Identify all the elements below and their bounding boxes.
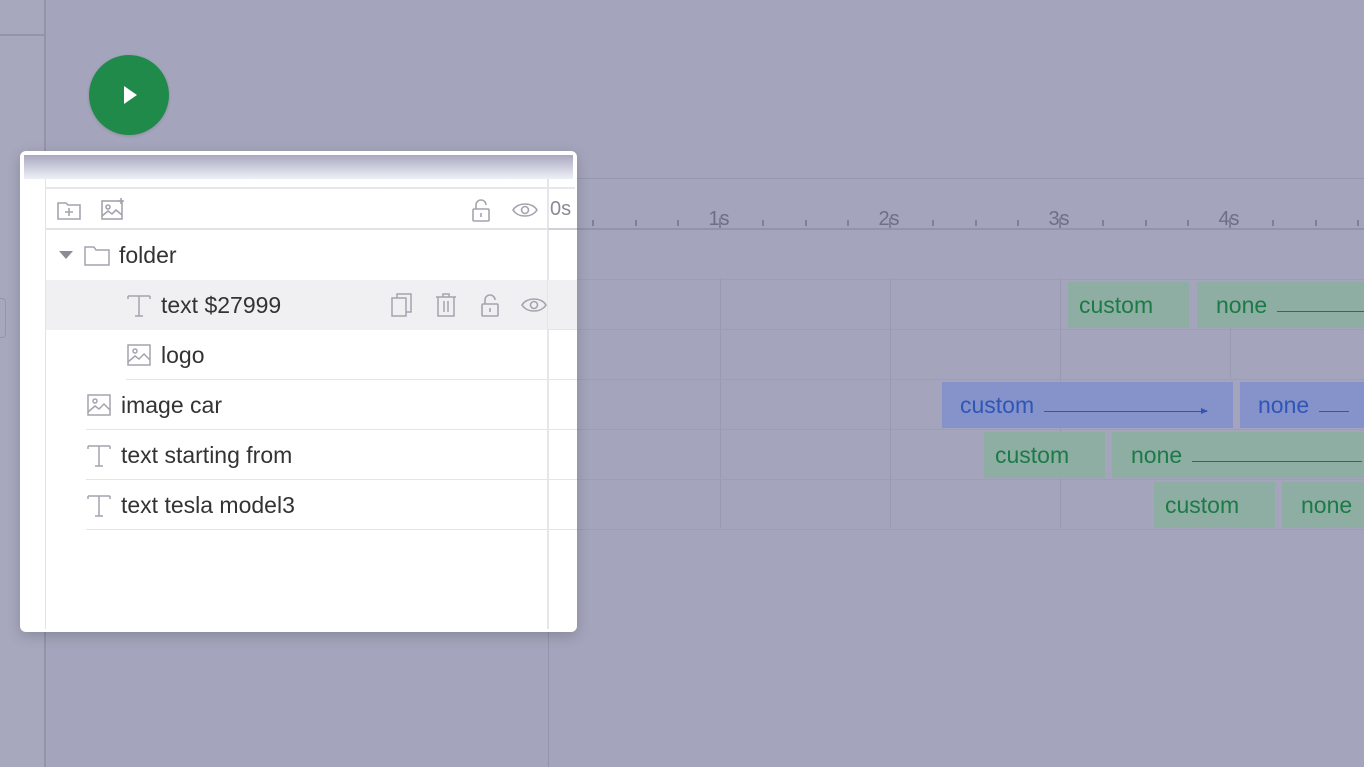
tick [847, 220, 849, 226]
transition-label: none [1301, 491, 1353, 518]
sidebar-divider [0, 34, 46, 36]
play-icon [124, 86, 137, 104]
layer-item-logo[interactable]: logo [46, 330, 575, 380]
transition-label: custom [960, 391, 1035, 418]
layer-name: text $27999 [161, 291, 282, 318]
timeline-top-border [549, 178, 1364, 179]
transition-label: none [1258, 391, 1310, 418]
tick [1357, 220, 1359, 226]
transition-bar-custom[interactable]: custom [942, 382, 1233, 428]
mini-track [548, 330, 577, 380]
trash-icon[interactable] [433, 292, 459, 318]
transition-bar-none[interactable]: none [1112, 432, 1364, 478]
layer-name: folder [119, 241, 177, 268]
layers-toolbar [46, 189, 547, 230]
folder-icon [84, 242, 110, 268]
tick [1229, 218, 1231, 228]
tick-label-0s: 0s [550, 198, 572, 220]
tick [932, 220, 934, 226]
panel-header [24, 155, 573, 179]
text-type-icon [86, 492, 112, 518]
transition-bar-custom[interactable]: custom [984, 432, 1105, 478]
transition-line [1192, 460, 1363, 462]
layer-item-image-car[interactable]: image car [46, 380, 575, 430]
timeline-track-text-tesla-model3: custom none [549, 480, 1364, 530]
layer-item-text-tesla-model3[interactable]: text tesla model3 [46, 480, 575, 530]
tick [1145, 220, 1147, 226]
tick [719, 218, 721, 228]
layer-name: text starting from [121, 441, 293, 468]
tick [889, 218, 891, 228]
tick [635, 220, 637, 226]
layer-name: image car [121, 391, 222, 418]
time-ruler[interactable]: 1s 2s 3s 4s [549, 188, 1364, 230]
tick [1187, 220, 1189, 226]
mini-track [548, 430, 577, 480]
tick [805, 220, 807, 226]
tick [1315, 220, 1317, 226]
timeline-track-image-car: custom none [549, 380, 1364, 430]
layer-item-folder[interactable]: folder [46, 230, 547, 280]
tick [762, 220, 764, 226]
mini-track [548, 280, 577, 330]
tick [1017, 220, 1019, 226]
text-type-icon [86, 442, 112, 468]
unlock-icon[interactable] [477, 292, 503, 318]
transition-line [1277, 310, 1364, 312]
tick [1102, 220, 1104, 226]
timeline-track-text-starting-from: custom none [549, 430, 1364, 480]
transition-label: custom [1165, 491, 1240, 518]
duplicate-icon[interactable] [389, 292, 415, 318]
timeline-track-text-27999: custom none [549, 280, 1364, 330]
transition-bar-none[interactable]: none [1197, 282, 1364, 328]
unlock-icon[interactable] [468, 197, 494, 223]
caret-down-icon[interactable] [56, 242, 76, 268]
add-folder-icon[interactable] [56, 197, 82, 223]
mini-time-ruler: 0s [548, 189, 577, 230]
layer-item-text-starting-from[interactable]: text starting from [46, 430, 575, 480]
transition-bar-custom[interactable]: custom [1154, 482, 1275, 528]
transition-label: none [1216, 291, 1268, 318]
layers-panel: 0s folder text $27999 logo image car tex… [20, 151, 577, 632]
mini-track [548, 380, 577, 430]
tick [592, 220, 594, 226]
eye-icon[interactable] [512, 197, 538, 223]
arrowhead-icon [1201, 407, 1209, 414]
timeline-track-logo [549, 330, 1364, 380]
play-button[interactable] [89, 55, 169, 135]
sidebar-collapse-tab[interactable] [0, 298, 6, 338]
timeline: 1s 2s 3s 4s custom none [548, 178, 1364, 767]
layer-item-text-27999[interactable]: text $27999 [46, 280, 547, 330]
add-image-icon[interactable] [100, 197, 126, 223]
tick [1272, 220, 1274, 226]
transition-label: custom [1079, 291, 1154, 318]
transition-bar-custom[interactable]: custom [1068, 282, 1189, 328]
transition-arrow-line [1044, 407, 1209, 414]
layer-name: text tesla model3 [121, 491, 295, 518]
transition-line [1319, 410, 1350, 412]
transition-bar-none[interactable]: none [1282, 482, 1364, 528]
row-separator [86, 529, 575, 530]
transition-label: none [1131, 441, 1183, 468]
layer-actions [389, 292, 547, 318]
tick [677, 220, 679, 226]
eye-icon[interactable] [521, 292, 547, 318]
image-type-icon [126, 342, 152, 368]
mini-track [548, 480, 577, 530]
transition-bar-none[interactable]: none [1240, 382, 1364, 428]
transition-label: custom [995, 441, 1070, 468]
tick [975, 220, 977, 226]
layer-name: logo [161, 341, 205, 368]
image-type-icon [86, 392, 112, 418]
tick [1059, 218, 1061, 228]
text-type-icon [126, 292, 152, 318]
timeline-track-folder [549, 230, 1364, 280]
